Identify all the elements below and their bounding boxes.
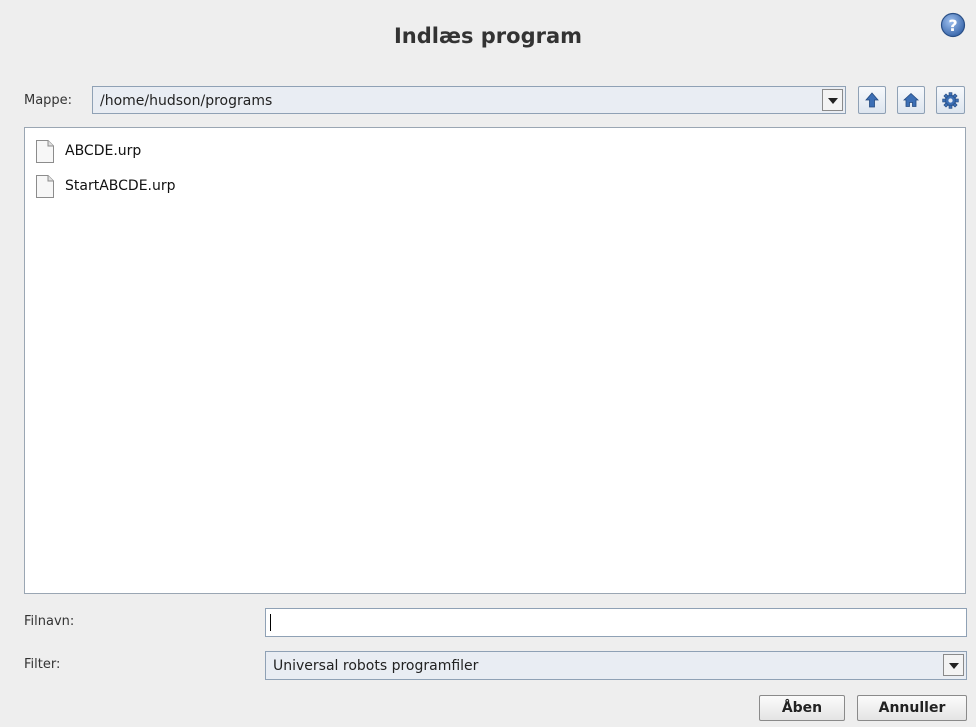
filter-label: Filter: bbox=[24, 657, 61, 672]
home-folder-button[interactable] bbox=[897, 86, 925, 114]
filter-select[interactable]: Universal robots programfiler bbox=[265, 651, 967, 680]
file-list[interactable]: ABCDE.urp StartABCDE.urp bbox=[24, 127, 966, 594]
folder-path-value: /home/hudson/programs bbox=[100, 93, 273, 109]
filename-input[interactable] bbox=[265, 608, 967, 637]
file-name: ABCDE.urp bbox=[65, 143, 142, 159]
cancel-button[interactable]: Annuller bbox=[857, 695, 967, 721]
folder-path-combobox[interactable]: /home/hudson/programs bbox=[92, 86, 846, 114]
file-item[interactable]: ABCDE.urp bbox=[35, 139, 235, 165]
gear-icon bbox=[942, 92, 959, 109]
up-arrow-icon bbox=[865, 92, 879, 108]
file-icon bbox=[36, 175, 54, 198]
help-button[interactable]: ? bbox=[940, 12, 966, 38]
home-icon bbox=[903, 92, 919, 107]
file-item[interactable]: StartABCDE.urp bbox=[35, 174, 235, 200]
folder-label: Mappe: bbox=[24, 93, 73, 108]
svg-text:?: ? bbox=[948, 16, 957, 35]
chevron-down-icon[interactable] bbox=[943, 654, 964, 676]
open-button[interactable]: Åben bbox=[759, 695, 845, 721]
text-caret bbox=[270, 614, 271, 631]
file-name: StartABCDE.urp bbox=[65, 178, 176, 194]
dialog-title: Indlæs program bbox=[393, 24, 583, 48]
settings-button[interactable] bbox=[936, 86, 965, 114]
filter-selected-value: Universal robots programfiler bbox=[273, 658, 479, 674]
filename-label: Filnavn: bbox=[24, 614, 75, 629]
chevron-down-icon[interactable] bbox=[822, 89, 843, 111]
help-icon: ? bbox=[940, 12, 966, 38]
up-folder-button[interactable] bbox=[858, 86, 886, 114]
file-icon bbox=[36, 140, 54, 163]
